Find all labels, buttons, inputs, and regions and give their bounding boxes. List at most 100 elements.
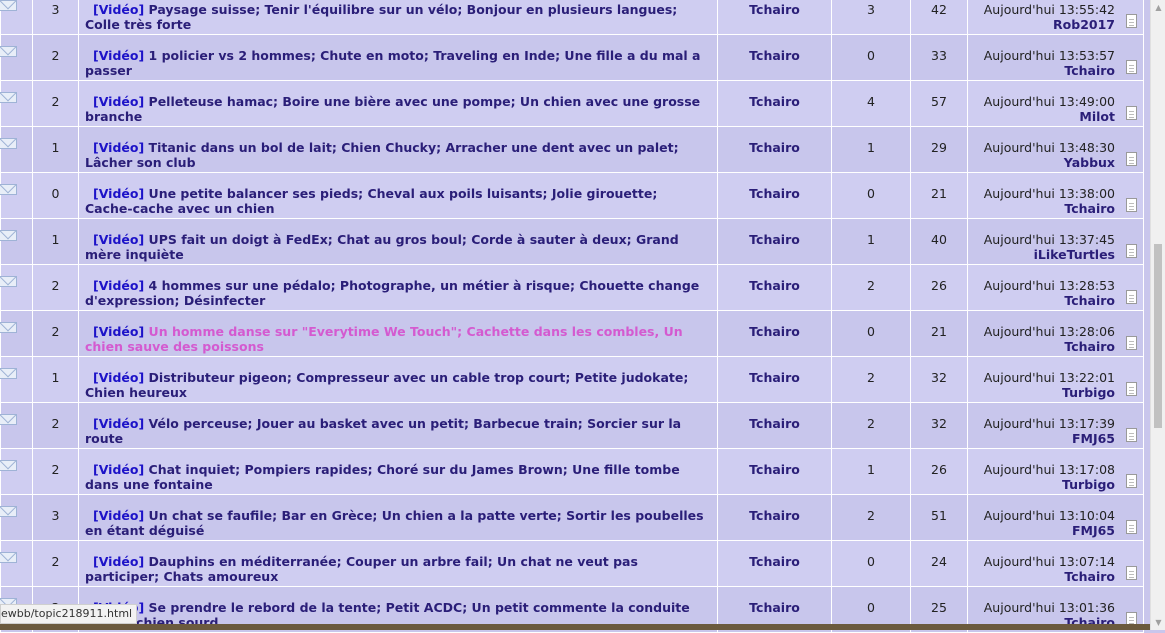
scroll-down-arrow-icon[interactable]: ▼ xyxy=(1151,615,1165,630)
topic-tag[interactable]: [Vidéo] xyxy=(93,186,144,201)
topic-replies: 1 xyxy=(32,218,79,265)
topic-tag[interactable]: [Vidéo] xyxy=(93,48,144,63)
last-post-user[interactable]: Turbigo xyxy=(968,477,1115,492)
topic-title-link[interactable]: Vélo perceuse; Jouer au basket avec un p… xyxy=(85,416,681,446)
topic-row: 2 [Vidéo] Un homme danse sur "Everytime W… xyxy=(0,310,1144,357)
topic-replies: 2 xyxy=(32,264,79,311)
topic-tag[interactable]: [Vidéo] xyxy=(93,94,144,109)
last-post-user[interactable]: Yabbux xyxy=(968,155,1115,170)
last-post-user[interactable]: Tchairo xyxy=(968,339,1115,354)
topic-title-link[interactable]: Un chat se faufile; Bar en Grèce; Un chi… xyxy=(85,508,704,538)
topic-author[interactable]: Tchairo xyxy=(717,494,832,541)
topic-author[interactable]: Tchairo xyxy=(717,34,832,81)
document-icon[interactable] xyxy=(1126,244,1137,258)
envelope-icon xyxy=(0,0,17,11)
scrollbar-thumb[interactable] xyxy=(1154,243,1162,428)
document-icon[interactable] xyxy=(1126,336,1137,350)
topic-title-link[interactable]: Distributeur pigeon; Compresseur avec un… xyxy=(85,370,688,400)
document-icon[interactable] xyxy=(1126,106,1137,120)
envelope-icon xyxy=(0,138,17,149)
topic-title-link[interactable]: 1 policier vs 2 hommes; Chute en moto; T… xyxy=(85,48,700,78)
topic-answers: 0 xyxy=(831,34,911,81)
topic-list: 3 [Vidéo] Paysage suisse; Tenir l'équilib… xyxy=(0,0,1144,633)
last-post-cell: Aujourd'hui 13:07:14 Tchairo xyxy=(967,540,1144,587)
topic-tag[interactable]: [Vidéo] xyxy=(93,278,144,293)
topic-author[interactable]: Tchairo xyxy=(717,264,832,311)
document-icon[interactable] xyxy=(1126,474,1137,488)
topic-author[interactable]: Tchairo xyxy=(717,172,832,219)
topic-title-link[interactable]: Dauphins en méditerranée; Couper un arbr… xyxy=(85,554,638,584)
last-post-date: Aujourd'hui 13:17:08 xyxy=(983,462,1115,477)
topic-title-cell: [Vidéo] Vélo perceuse; Jouer au basket a… xyxy=(78,402,718,449)
topic-tag[interactable]: [Vidéo] xyxy=(93,324,144,339)
topic-title-link[interactable]: Pelleteuse hamac; Boire une bière avec u… xyxy=(85,94,700,124)
last-post-cell: Aujourd'hui 13:10:04 FMJ65 xyxy=(967,494,1144,541)
last-post-user[interactable]: Tchairo xyxy=(968,63,1115,78)
topic-title-cell: [Vidéo] Pelleteuse hamac; Boire une bièr… xyxy=(78,80,718,127)
topic-tag[interactable]: [Vidéo] xyxy=(93,554,144,569)
topic-tag[interactable]: [Vidéo] xyxy=(93,462,144,477)
topic-author[interactable]: Tchairo xyxy=(717,0,832,35)
topic-row: 2 [Vidéo] 1 policier vs 2 hommes; Chute e… xyxy=(0,34,1144,81)
topic-tag[interactable]: [Vidéo] xyxy=(93,370,144,385)
topic-author[interactable]: Tchairo xyxy=(717,126,832,173)
topic-row: 2 [Vidéo] Pelleteuse hamac; Boire une biè… xyxy=(0,80,1144,127)
topic-author[interactable]: Tchairo xyxy=(717,448,832,495)
last-post-date: Aujourd'hui 13:17:39 xyxy=(983,416,1115,431)
last-post-cell: Aujourd'hui 13:28:53 Tchairo xyxy=(967,264,1144,311)
topic-title-link[interactable]: Titanic dans un bol de lait; Chien Chuck… xyxy=(85,140,679,170)
topic-tag[interactable]: [Vidéo] xyxy=(93,140,144,155)
topic-author[interactable]: Tchairo xyxy=(717,80,832,127)
topic-author[interactable]: Tchairo xyxy=(717,540,832,587)
last-post-cell: Aujourd'hui 13:17:39 FMJ65 xyxy=(967,402,1144,449)
topic-tag[interactable]: [Vidéo] xyxy=(93,2,144,17)
topic-title-cell: [Vidéo] Dauphins en méditerranée; Couper… xyxy=(78,540,718,587)
topic-row: 3 [Vidéo] Paysage suisse; Tenir l'équilib… xyxy=(0,0,1144,35)
topic-tag[interactable]: [Vidéo] xyxy=(93,232,144,247)
last-post-user[interactable]: FMJ65 xyxy=(968,523,1115,538)
topic-icon-cell xyxy=(0,540,33,587)
document-icon[interactable] xyxy=(1126,520,1137,534)
document-icon[interactable] xyxy=(1126,152,1137,166)
topic-author[interactable]: Tchairo xyxy=(717,310,832,357)
topic-answers: 1 xyxy=(831,448,911,495)
topic-title-link[interactable]: Une petite balancer ses pieds; Cheval au… xyxy=(85,186,657,216)
document-icon[interactable] xyxy=(1126,14,1137,28)
topic-title-cell: [Vidéo] Titanic dans un bol de lait; Chi… xyxy=(78,126,718,173)
topic-title-link[interactable]: Chat inquiet; Pompiers rapides; Choré su… xyxy=(85,462,680,492)
last-post-cell: Aujourd'hui 13:37:45 iLikeTurtles xyxy=(967,218,1144,265)
topic-title-link[interactable]: Un homme danse sur "Everytime We Touch";… xyxy=(85,324,683,354)
topic-title-link[interactable]: Paysage suisse; Tenir l'équilibre sur un… xyxy=(85,2,677,32)
topic-title-link[interactable]: 4 hommes sur une pédalo; Photographe, un… xyxy=(85,278,699,308)
last-post-cell: Aujourd'hui 13:17:08 Turbigo xyxy=(967,448,1144,495)
last-post-user[interactable]: Tchairo xyxy=(968,293,1115,308)
topic-tag[interactable]: [Vidéo] xyxy=(93,416,144,431)
topic-icon-cell xyxy=(0,310,33,357)
topic-author[interactable]: Tchairo xyxy=(717,402,832,449)
last-post-user[interactable]: Tchairo xyxy=(968,201,1115,216)
last-post-user[interactable]: iLikeTurtles xyxy=(968,247,1115,262)
document-icon[interactable] xyxy=(1126,290,1137,304)
last-post-user[interactable]: Rob2017 xyxy=(968,17,1115,32)
document-icon[interactable] xyxy=(1126,428,1137,442)
vertical-scrollbar[interactable]: ▲ ▼ xyxy=(1150,0,1165,630)
last-post-date: Aujourd'hui 13:55:42 xyxy=(983,2,1115,17)
topic-author[interactable]: Tchairo xyxy=(717,218,832,265)
topic-author[interactable]: Tchairo xyxy=(717,356,832,403)
document-icon[interactable] xyxy=(1126,382,1137,396)
document-icon[interactable] xyxy=(1126,198,1137,212)
last-post-user[interactable]: FMJ65 xyxy=(968,431,1115,446)
topic-replies: 2 xyxy=(32,540,79,587)
last-post-user[interactable]: Milot xyxy=(968,109,1115,124)
document-icon[interactable] xyxy=(1126,60,1137,74)
last-post-date: Aujourd'hui 13:53:57 xyxy=(983,48,1115,63)
last-post-user[interactable]: Turbigo xyxy=(968,385,1115,400)
last-post-user[interactable]: Tchairo xyxy=(968,569,1115,584)
topic-title-link[interactable]: UPS fait un doigt à FedEx; Chat au gros … xyxy=(85,232,679,262)
last-post-date: Aujourd'hui 13:37:45 xyxy=(983,232,1115,247)
topic-icon-cell xyxy=(0,80,33,127)
document-icon[interactable] xyxy=(1126,566,1137,580)
topics-table: 3 [Vidéo] Paysage suisse; Tenir l'équilib… xyxy=(0,0,1144,633)
scroll-up-arrow-icon[interactable]: ▲ xyxy=(1151,0,1165,15)
topic-tag[interactable]: [Vidéo] xyxy=(93,508,144,523)
